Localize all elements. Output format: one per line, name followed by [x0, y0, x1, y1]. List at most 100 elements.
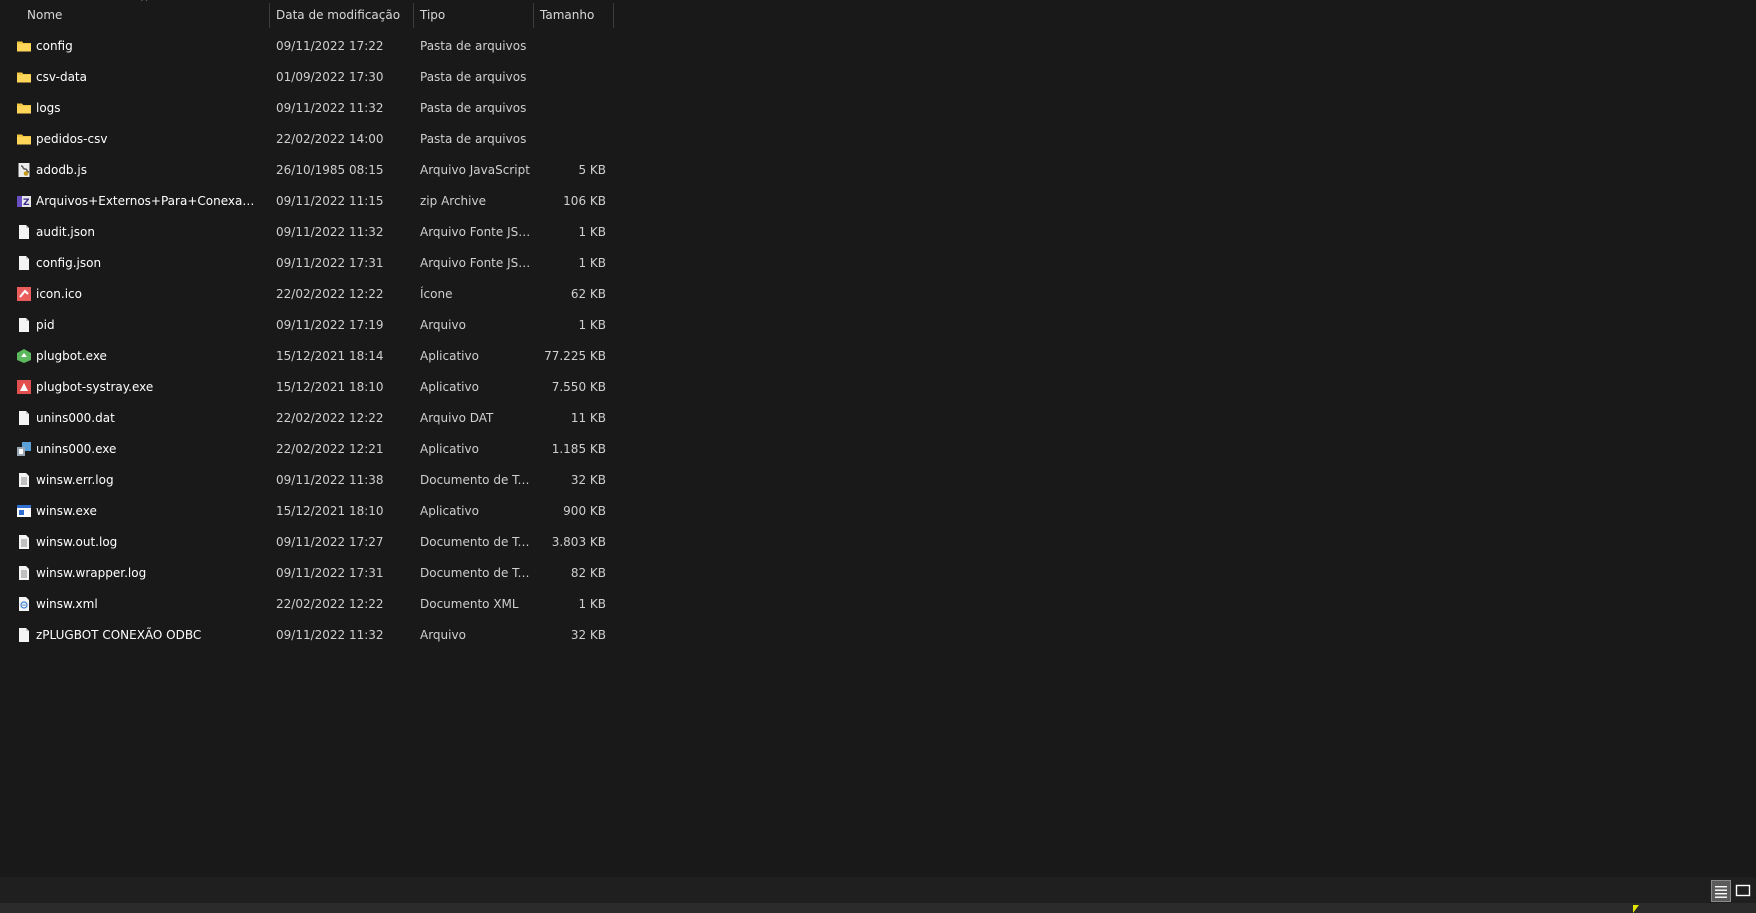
- json-file-icon: [16, 255, 32, 271]
- file-size: 1 KB: [578, 597, 606, 611]
- file-modified-date: 09/11/2022 11:15: [276, 194, 384, 208]
- file-row[interactable]: unins000.dat 22/02/2022 12:22 Arquivo DAT 1…: [0, 403, 616, 434]
- file-row[interactable]: unins000.exe 22/02/2022 12:21 Aplicativo 1.…: [0, 434, 616, 465]
- javascript-file-icon: [16, 162, 32, 178]
- file-modified-date: 26/10/1985 08:15: [276, 163, 384, 177]
- file-row[interactable]: winsw.wrapper.log 09/11/2022 17:31 Documen…: [0, 558, 616, 589]
- text-document-icon: [16, 534, 32, 550]
- file-name: audit.json: [36, 225, 95, 239]
- file-name: plugbot-systray.exe: [36, 380, 154, 394]
- file-name: unins000.exe: [36, 442, 117, 456]
- file-size: 11 KB: [570, 411, 606, 425]
- horizontal-scrollbar[interactable]: [0, 903, 1756, 913]
- ico-file-icon: [16, 286, 32, 302]
- file-name: winsw.out.log: [36, 535, 118, 549]
- xml-document-icon: [16, 596, 32, 612]
- file-size: 32 KB: [570, 628, 606, 642]
- column-header-type[interactable]: Tipo: [414, 0, 534, 31]
- large-icons-view-icon: [1735, 884, 1751, 897]
- file-type: zip Archive: [420, 194, 486, 208]
- file-modified-date: 09/11/2022 11:32: [276, 225, 384, 239]
- file-type: Pasta de arquivos: [420, 70, 527, 84]
- file-row[interactable]: logs 09/11/2022 11:32 Pasta de arquivos: [0, 93, 616, 124]
- svg-text:Z: Z: [23, 198, 30, 208]
- file-size: 62 KB: [570, 287, 606, 301]
- mouse-cursor-icon: [1633, 905, 1639, 913]
- column-header-size-label: Tamanho: [540, 8, 595, 22]
- folder-icon: [16, 131, 32, 147]
- file-row[interactable]: icon.ico 22/02/2022 12:22 Ícone 62 KB: [0, 279, 616, 310]
- blank-file-icon: [16, 410, 32, 426]
- json-file-icon: [16, 224, 32, 240]
- details-view-button[interactable]: [1711, 880, 1731, 902]
- file-modified-date: 22/02/2022 12:22: [276, 597, 384, 611]
- file-row[interactable]: pedidos-csv 22/02/2022 14:00 Pasta de arqu…: [0, 124, 616, 155]
- file-explorer-window: Nome ^ Data de modificação Tipo Tamanho …: [0, 0, 1756, 913]
- uninstaller-app-icon: [16, 441, 32, 457]
- file-list: config 09/11/2022 17:22 Pasta de arquivos c…: [0, 31, 616, 651]
- file-size: 106 KB: [563, 194, 606, 208]
- file-name: plugbot.exe: [36, 349, 107, 363]
- plugbot-app-icon: [16, 348, 32, 364]
- file-size: 1.185 KB: [551, 442, 606, 456]
- file-size: 900 KB: [563, 504, 606, 518]
- file-modified-date: 09/11/2022 11:32: [276, 628, 384, 642]
- file-name: unins000.dat: [36, 411, 115, 425]
- column-header-size[interactable]: Tamanho: [534, 0, 613, 31]
- file-row[interactable]: adodb.js 26/10/1985 08:15 Arquivo JavaScri…: [0, 155, 616, 186]
- column-divider[interactable]: [613, 3, 614, 28]
- file-size: 1 KB: [578, 225, 606, 239]
- folder-icon: [16, 38, 32, 54]
- details-view-icon: [1715, 886, 1727, 898]
- file-modified-date: 09/11/2022 11:32: [276, 101, 384, 115]
- file-size: [536, 93, 606, 124]
- file-row[interactable]: zPLUGBOT CONEXÃO ODBC 09/11/2022 11:32 Arq…: [0, 620, 616, 651]
- file-type: Documento XML: [420, 597, 519, 611]
- text-document-icon: [16, 472, 32, 488]
- file-type: Arquivo JavaScript: [420, 163, 530, 177]
- file-row[interactable]: winsw.exe 15/12/2021 18:10 Aplicativo 900 K…: [0, 496, 616, 527]
- column-header-date[interactable]: Data de modificação: [270, 0, 413, 31]
- file-row[interactable]: winsw.err.log 09/11/2022 11:38 Documento d…: [0, 465, 616, 496]
- file-size: [536, 31, 606, 62]
- file-name: Arquivos+Externos+Para+Conexao+OD...: [36, 194, 258, 208]
- file-name: config.json: [36, 256, 102, 270]
- column-header-name-label: Nome: [27, 8, 63, 22]
- column-header-date-label: Data de modificação: [276, 8, 401, 22]
- large-icons-view-button[interactable]: [1733, 880, 1753, 902]
- file-row[interactable]: plugbot-systray.exe 15/12/2021 18:10 Aplic…: [0, 372, 616, 403]
- file-type: Aplicativo: [420, 380, 479, 394]
- file-row[interactable]: config.json 09/11/2022 17:31 Arquivo Fonte…: [0, 248, 616, 279]
- file-row[interactable]: audit.json 09/11/2022 11:32 Arquivo Fonte …: [0, 217, 616, 248]
- file-name: winsw.err.log: [36, 473, 114, 487]
- file-row[interactable]: winsw.out.log 09/11/2022 17:27 Documento d…: [0, 527, 616, 558]
- file-type: Pasta de arquivos: [420, 101, 527, 115]
- file-name: logs: [36, 101, 61, 115]
- file-type: Documento de Te...: [420, 566, 535, 580]
- column-header-bar: Nome ^ Data de modificação Tipo Tamanho: [0, 0, 1756, 31]
- file-name: pid: [36, 318, 55, 332]
- file-size: [536, 124, 606, 155]
- column-header-type-label: Tipo: [420, 8, 446, 22]
- file-modified-date: 22/02/2022 12:21: [276, 442, 384, 456]
- file-modified-date: 15/12/2021 18:10: [276, 504, 384, 518]
- zip-archive-icon: Z: [16, 193, 32, 209]
- file-modified-date: 15/12/2021 18:10: [276, 380, 384, 394]
- file-size: 77.225 KB: [544, 349, 606, 363]
- file-row[interactable]: config 09/11/2022 17:22 Pasta de arquivos: [0, 31, 616, 62]
- file-type: Arquivo Fonte JSON: [420, 256, 535, 270]
- file-row[interactable]: plugbot.exe 15/12/2021 18:14 Aplicativo 77.…: [0, 341, 616, 372]
- file-row[interactable]: csv-data 01/09/2022 17:30 Pasta de arquivo…: [0, 62, 616, 93]
- file-row[interactable]: Z Arquivos+Externos+Para+Conexao+OD... 09/…: [0, 186, 616, 217]
- file-type: Aplicativo: [420, 442, 479, 456]
- file-size: 1 KB: [578, 256, 606, 270]
- file-modified-date: 22/02/2022 12:22: [276, 287, 384, 301]
- file-name: config: [36, 39, 73, 53]
- file-name: winsw.exe: [36, 504, 97, 518]
- file-type: Documento de Te...: [420, 473, 535, 487]
- file-row[interactable]: pid 09/11/2022 17:19 Arquivo 1 KB: [0, 310, 616, 341]
- folder-icon: [16, 100, 32, 116]
- text-document-icon: [16, 565, 32, 581]
- file-name: pedidos-csv: [36, 132, 108, 146]
- file-row[interactable]: winsw.xml 22/02/2022 12:22 Documento XML 1 …: [0, 589, 616, 620]
